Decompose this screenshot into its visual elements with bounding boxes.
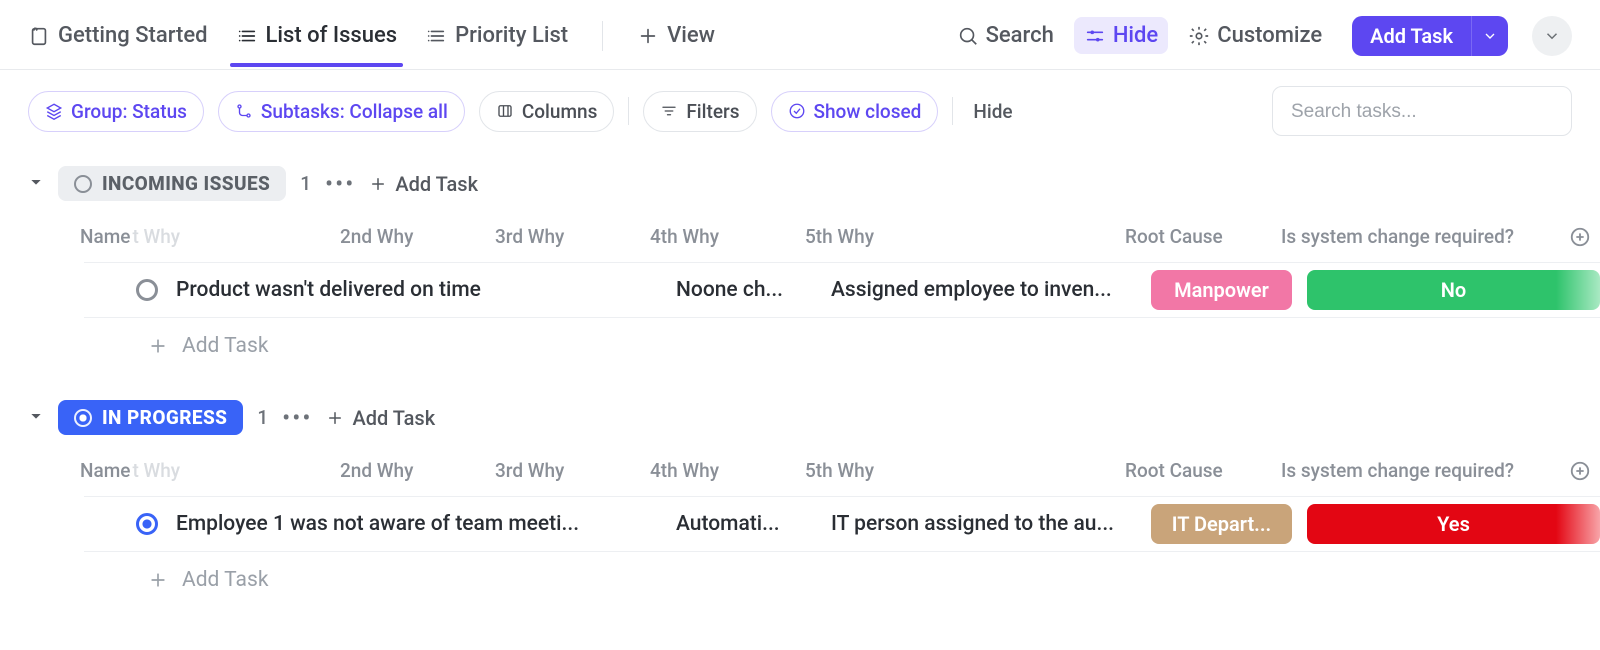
plus-icon [148,570,168,590]
group-collapse-toggle[interactable] [28,408,44,428]
root-cause-badge[interactable]: IT Depart... [1151,504,1292,544]
layers-icon [45,102,63,120]
divider [628,97,629,125]
root-cause-badge[interactable]: Manpower [1151,270,1292,310]
columns-chip[interactable]: Columns [479,91,615,132]
view-label: View [667,23,715,48]
col-2nd-why[interactable]: 2nd Why [340,459,495,482]
group-more-button[interactable]: ••• [325,179,355,189]
plus-icon [369,175,387,193]
plus-icon [326,409,344,427]
tab-list-of-issues[interactable]: List of Issues [236,13,398,66]
group-add-task-button[interactable]: Add Task [369,172,478,196]
col-name[interactable]: Name [80,459,130,482]
group-collapse-toggle[interactable] [28,174,44,194]
tab-label: Getting Started [58,23,208,48]
task-status-icon[interactable] [136,279,158,301]
divider [602,21,603,51]
plus-icon [148,336,168,356]
col-5th-why[interactable]: 5th Why [805,225,1125,248]
list-pin-icon [236,25,258,47]
plus-icon [637,25,659,47]
task-row[interactable]: Product wasn't delivered on time Noone c… [84,262,1600,318]
tab-getting-started[interactable]: Getting Started [28,13,208,66]
hide-button[interactable]: Hide [1074,17,1168,54]
add-task-row[interactable]: Add Task [28,552,1600,602]
doc-pin-icon [28,25,50,47]
filter-icon [660,102,678,120]
task-status-icon[interactable] [136,513,158,535]
tab-label: Priority List [455,23,568,48]
add-view-button[interactable]: View [637,23,715,56]
customize-button[interactable]: Customize [1178,17,1332,54]
group-count: 1 [300,172,311,195]
col-5th-why[interactable]: 5th Why [805,459,1125,482]
subtasks-icon [235,102,253,120]
search-tasks-box[interactable] [1272,86,1572,136]
group-chip[interactable]: Group: Status [28,91,204,132]
add-task-button[interactable]: Add Task [1352,16,1471,56]
task-name[interactable]: Employee 1 was not aware of team meeti..… [176,512,676,536]
col-1st-why-ghost: t Why [132,225,180,248]
col-3rd-why[interactable]: 3rd Why [495,225,650,248]
col-4th-why[interactable]: 4th Why [650,225,805,248]
group-count: 1 [257,406,268,429]
col-root-cause[interactable]: Root Cause [1125,225,1281,248]
col-1st-why-ghost: t Why [132,459,180,482]
group-add-task-button[interactable]: Add Task [326,406,435,430]
system-change-badge[interactable]: No [1307,270,1600,310]
hide-toolbar-button[interactable]: Hide [973,100,1012,123]
group-more-button[interactable]: ••• [282,413,312,423]
cell-4th-why[interactable]: Noone ch... [676,278,831,302]
status-ring-icon [74,175,92,193]
cell-4th-why[interactable]: Automati... [676,512,831,536]
status-ring-icon [74,409,92,427]
columns-icon [496,102,514,120]
divider [952,97,953,125]
col-4th-why[interactable]: 4th Why [650,459,805,482]
col-name[interactable]: Name [80,225,130,248]
tab-priority-list[interactable]: Priority List [425,13,568,66]
col-3rd-why[interactable]: 3rd Why [495,459,650,482]
caret-down-icon [28,408,44,424]
add-column-button[interactable] [1560,460,1600,482]
add-task-row[interactable]: Add Task [28,318,1600,368]
filters-chip[interactable]: Filters [643,91,756,132]
col-root-cause[interactable]: Root Cause [1125,459,1281,482]
add-task-dropdown[interactable] [1471,16,1508,56]
plus-circle-icon [1569,226,1591,248]
chevron-down-icon [1543,27,1561,45]
caret-down-icon [28,174,44,190]
task-row[interactable]: Employee 1 was not aware of team meeti..… [84,496,1600,552]
col-system-change[interactable]: Is system change required? [1281,459,1560,482]
subtasks-chip[interactable]: Subtasks: Collapse all [218,91,465,132]
status-label: INCOMING ISSUES [102,172,270,195]
search-icon [957,25,979,47]
check-circle-icon [788,102,806,120]
status-badge[interactable]: INCOMING ISSUES [58,166,286,201]
chevron-down-icon [1482,28,1498,44]
more-menu-button[interactable] [1532,16,1572,56]
sliders-icon [1084,25,1106,47]
cell-5th-why[interactable]: Assigned employee to inven... [831,278,1151,302]
plus-circle-icon [1569,460,1591,482]
status-badge[interactable]: IN PROGRESS [58,400,243,435]
system-change-badge[interactable]: Yes [1307,504,1600,544]
search-tasks-input[interactable] [1291,101,1553,123]
task-name[interactable]: Product wasn't delivered on time [176,278,676,302]
list-pin-icon [425,25,447,47]
gear-icon [1188,25,1210,47]
search-button[interactable]: Search [947,17,1064,54]
tab-label: List of Issues [266,23,398,48]
cell-5th-why[interactable]: IT person assigned to the au... [831,512,1151,536]
show-closed-chip[interactable]: Show closed [771,91,939,132]
col-2nd-why[interactable]: 2nd Why [340,225,495,248]
add-column-button[interactable] [1560,226,1600,248]
col-system-change[interactable]: Is system change required? [1281,225,1560,248]
status-label: IN PROGRESS [102,406,227,429]
